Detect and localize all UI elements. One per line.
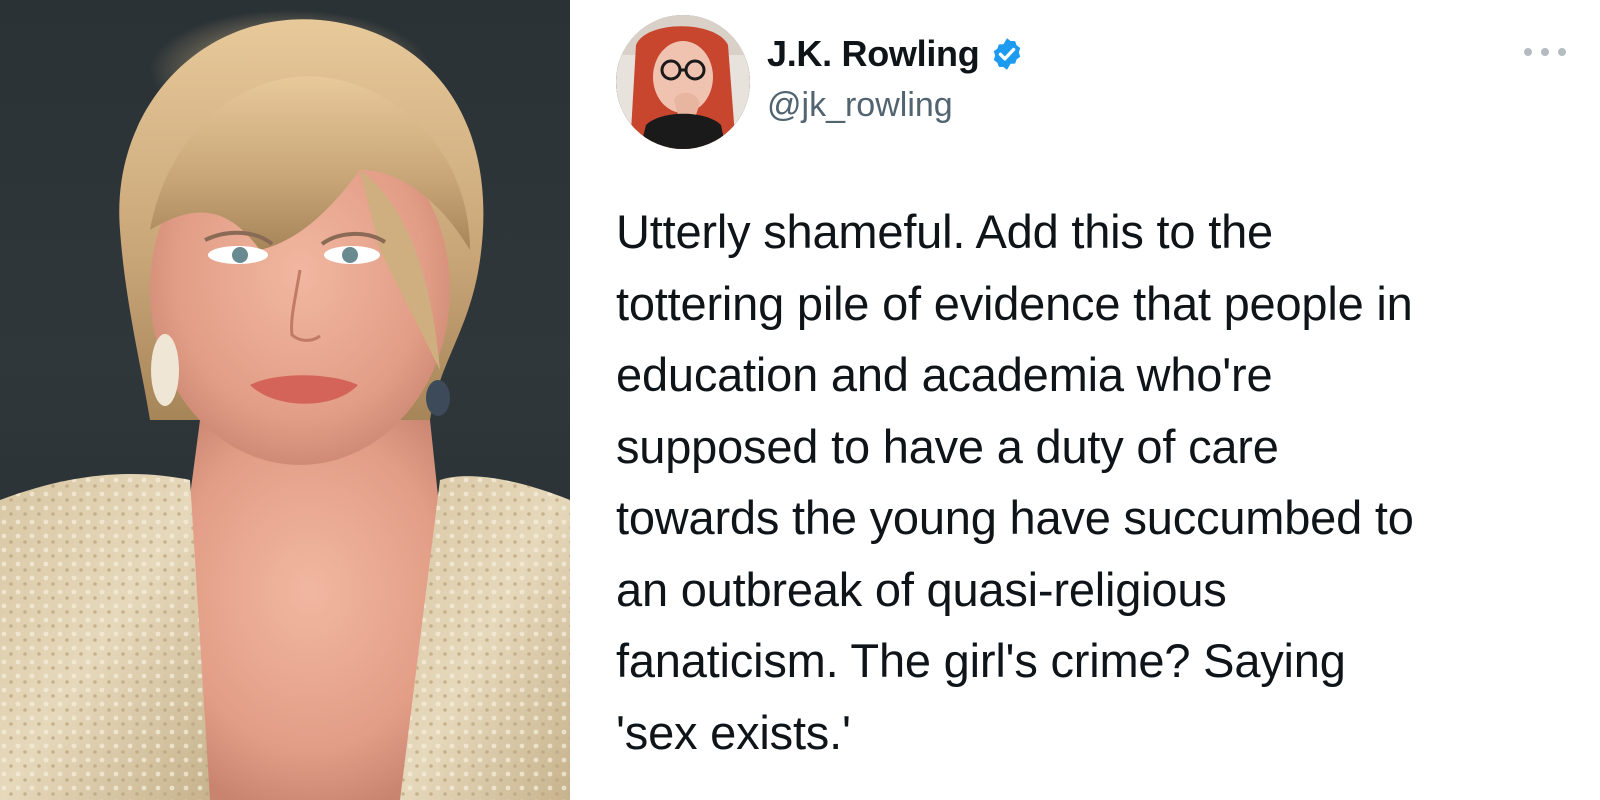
dot xyxy=(1541,48,1549,56)
avatar-image xyxy=(616,15,750,149)
composite-image: J.K. Rowling @jk_rowling Utterly shamefu… xyxy=(0,0,1600,800)
tweet-card: J.K. Rowling @jk_rowling Utterly shamefu… xyxy=(570,0,1600,800)
dot xyxy=(1558,48,1566,56)
dot xyxy=(1524,48,1532,56)
display-name[interactable]: J.K. Rowling xyxy=(767,33,980,75)
verified-badge-icon xyxy=(989,36,1025,72)
portrait-illustration xyxy=(0,19,570,800)
tweet-text: Utterly shameful. Add this to the totter… xyxy=(616,205,1414,759)
more-options-icon[interactable] xyxy=(1524,40,1566,64)
avatar[interactable] xyxy=(616,15,750,149)
user-handle[interactable]: @jk_rowling xyxy=(767,86,953,125)
author-name-row[interactable]: J.K. Rowling xyxy=(767,33,1025,75)
portrait-photo xyxy=(0,0,570,800)
